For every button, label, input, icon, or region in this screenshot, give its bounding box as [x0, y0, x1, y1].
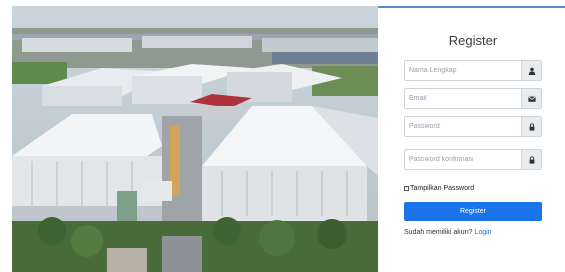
email-field[interactable]	[404, 88, 542, 109]
envelope-icon	[521, 89, 541, 108]
register-title: Register	[448, 33, 498, 48]
password-field[interactable]	[404, 116, 542, 137]
lock-icon	[521, 150, 541, 169]
register-button[interactable]: Register	[404, 202, 542, 221]
show-password-checkbox[interactable]	[404, 186, 409, 191]
factory-aerial-photo	[12, 6, 378, 272]
login-link[interactable]: Login	[474, 229, 491, 236]
name-input[interactable]	[405, 61, 521, 80]
show-password-label: Tampilkan Password	[410, 185, 475, 192]
name-field[interactable]	[404, 60, 542, 81]
password-input[interactable]	[405, 117, 521, 136]
have-account-text: Sudah memiliki akun?	[404, 229, 473, 236]
user-icon	[521, 61, 541, 80]
email-input[interactable]	[405, 89, 521, 108]
show-password-toggle[interactable]: Tampilkan Password	[404, 184, 474, 193]
password-confirm-field[interactable]	[404, 149, 542, 170]
login-prompt: Sudah memiliki akun? Login	[404, 229, 492, 236]
register-panel: Register Tampilkan Password Register Sud…	[378, 6, 565, 272]
lock-icon	[521, 117, 541, 136]
password-confirm-input[interactable]	[405, 150, 521, 169]
top-border	[378, 6, 565, 8]
